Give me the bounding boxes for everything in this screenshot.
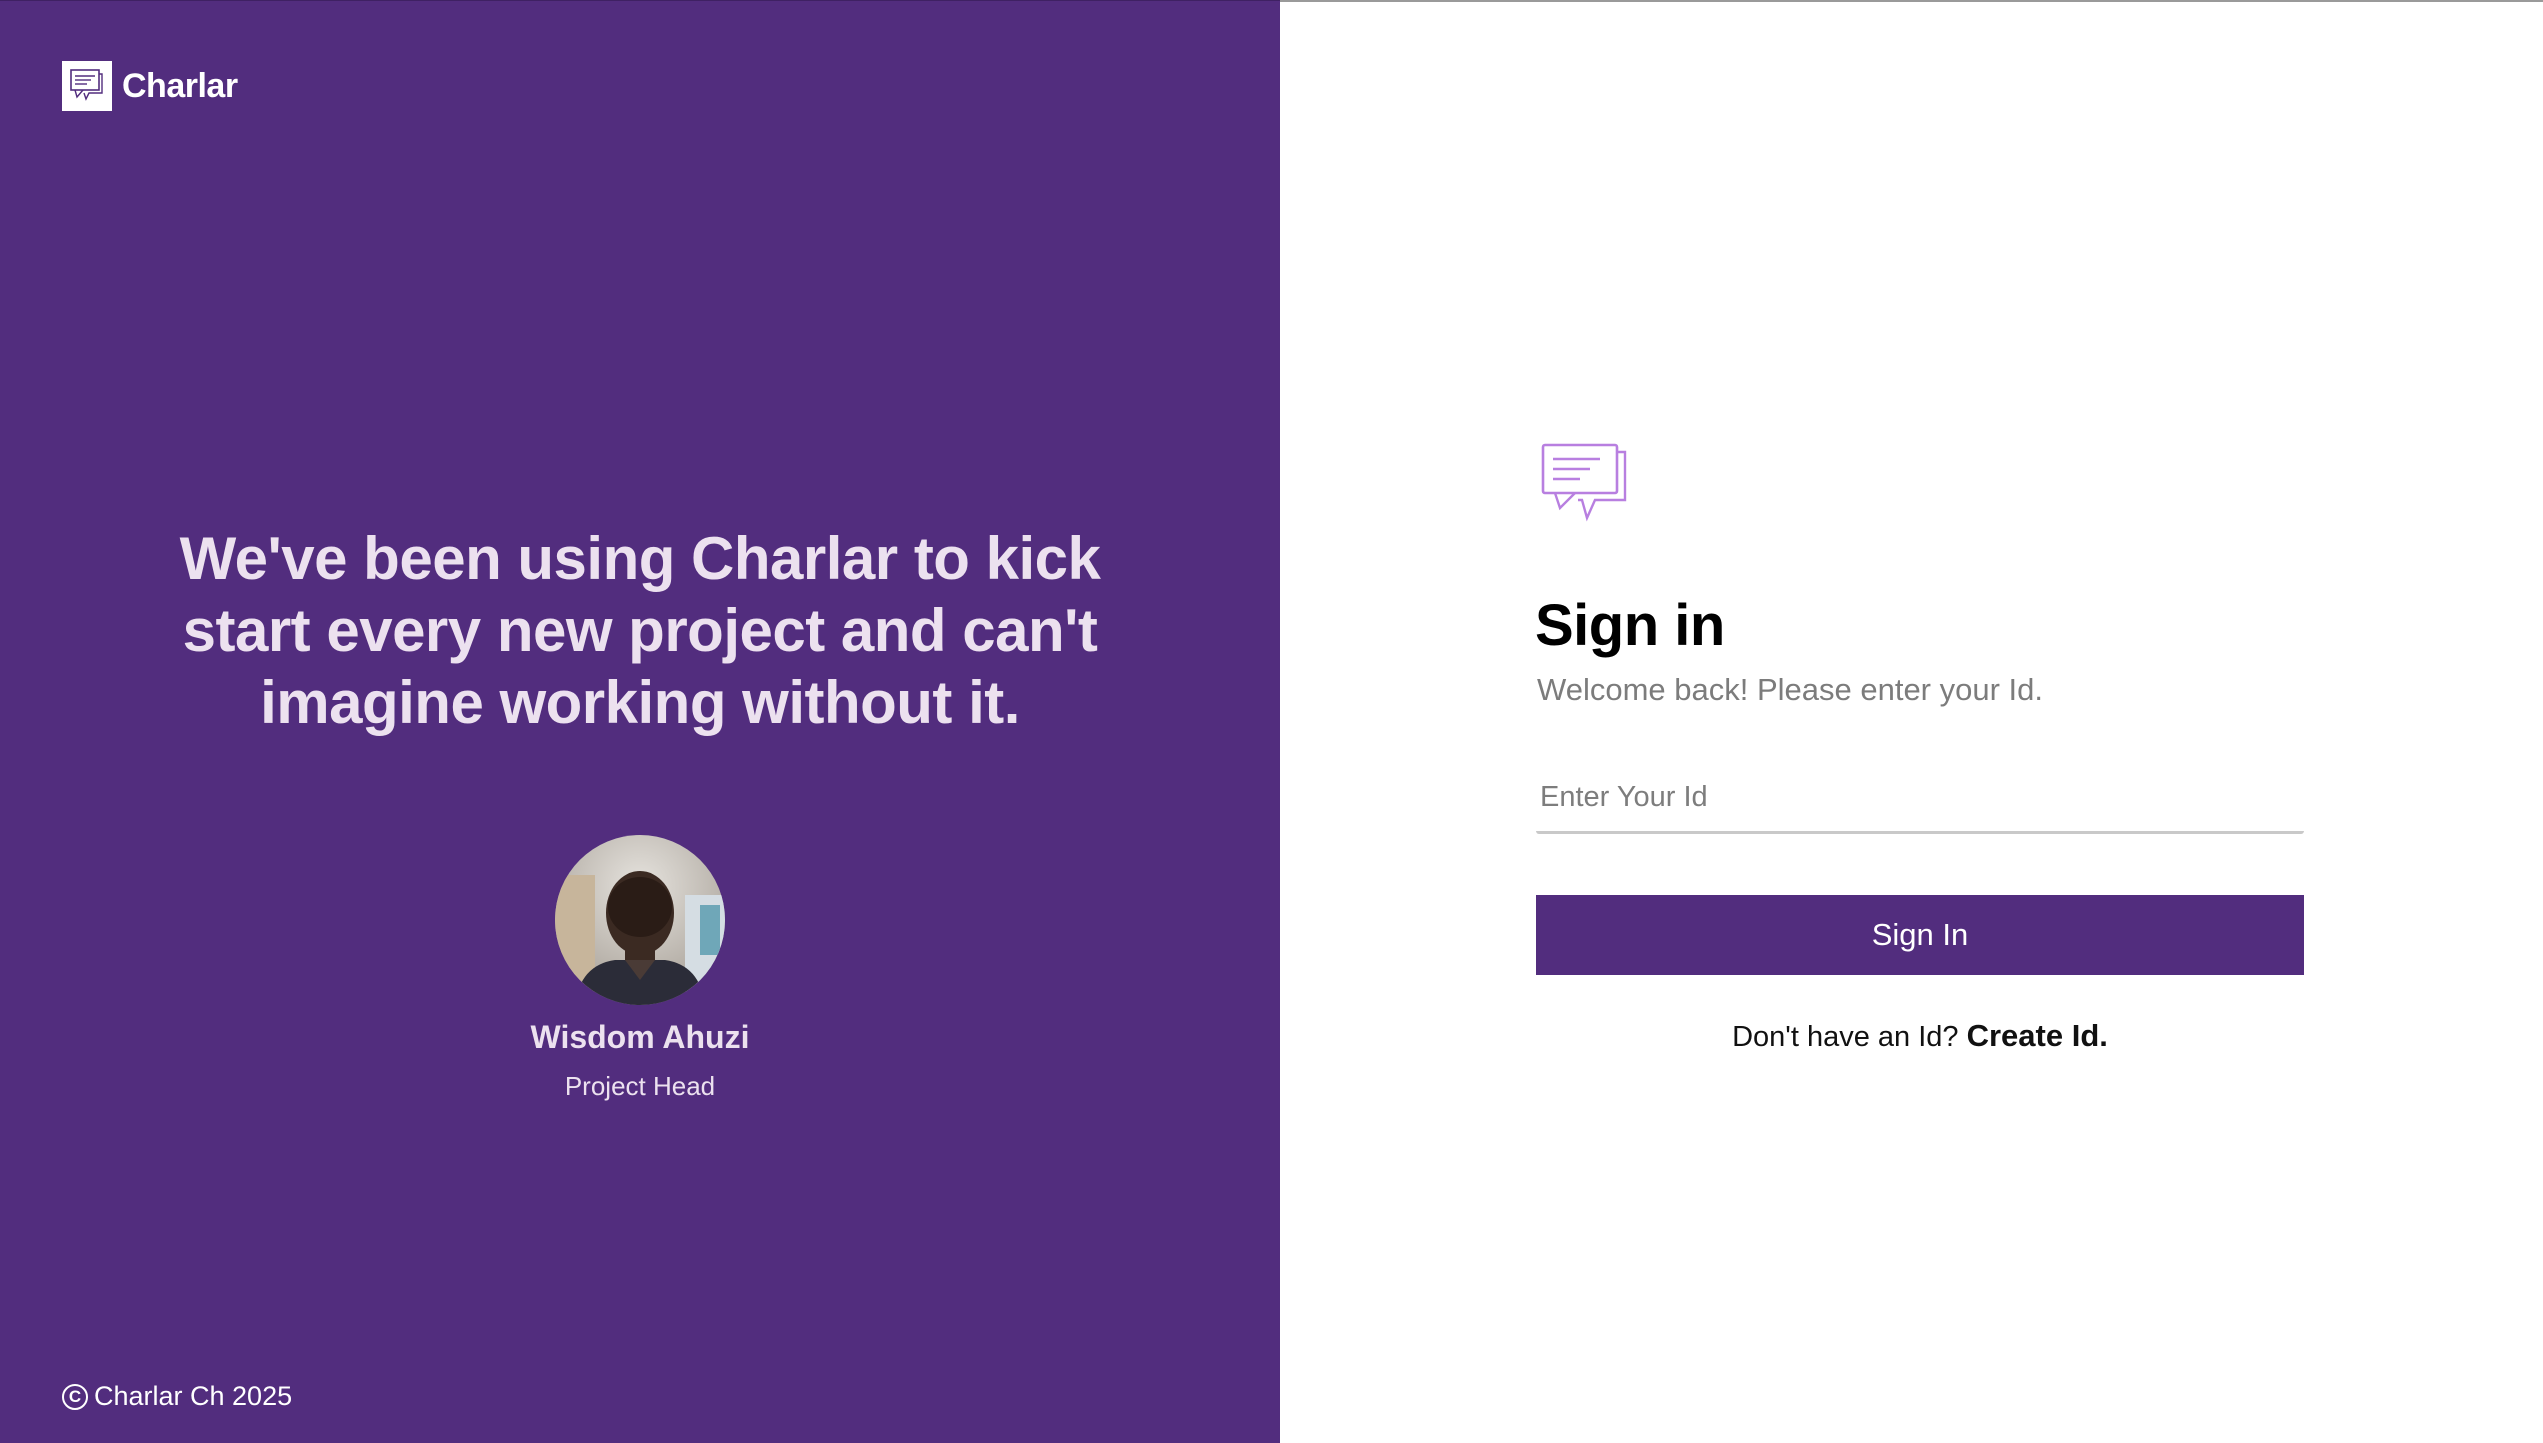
signin-page: Charlar We've been using Charlar to kick… [0,0,2543,1443]
chat-bubbles-icon [1540,442,1630,529]
copyright-icon: C [62,1383,88,1410]
testimonial-quote-text: We've been using Charlar to kick start e… [179,525,1101,736]
page-title: Sign in [1535,593,1725,658]
create-id-link[interactable]: Create Id. [1967,1018,2108,1053]
testimonial-quote: We've been using Charlar to kick start e… [0,523,1280,739]
page-subtitle: Welcome back! Please enter your Id. [1537,672,2044,707]
chat-bubbles-icon [62,61,112,111]
brand[interactable]: Charlar [62,61,238,111]
create-account-row: Don't have an Id? Create Id. [1536,1018,2304,1054]
signin-panel: Sign in Welcome back! Please enter your … [1280,0,2543,1443]
person-name: Wisdom Ahuzi [530,1019,750,1055]
testimonial-panel: Charlar We've been using Charlar to kick… [0,0,1280,1443]
no-account-text: Don't have an Id? [1732,1021,1959,1053]
footer-text: Charlar Ch 2025 [94,1381,293,1411]
sign-in-button[interactable]: Sign In [1536,895,2304,975]
brand-name: Charlar [122,66,238,105]
id-input[interactable] [1536,764,2304,834]
footer: C Charlar Ch 2025 [62,1381,292,1412]
person-role: Project Head [564,1071,716,1101]
avatar [555,835,725,1005]
